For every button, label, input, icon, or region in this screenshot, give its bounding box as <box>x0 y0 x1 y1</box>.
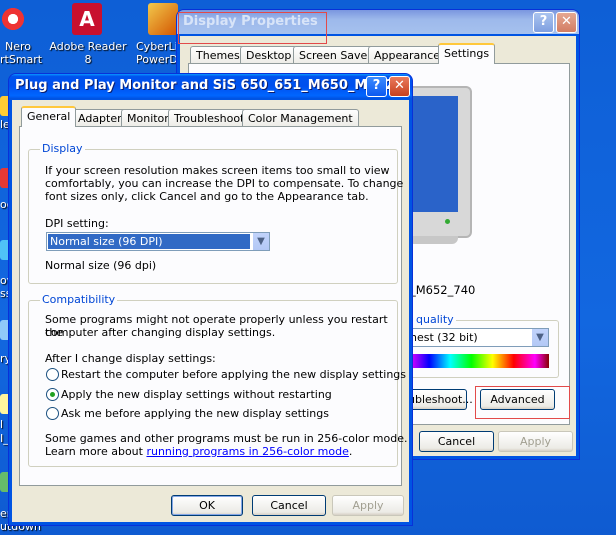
adobe-reader-icon[interactable]: A <box>72 3 102 35</box>
period-text: . <box>348 445 353 458</box>
cancel-button[interactable]: Cancel <box>252 495 326 516</box>
games-note: Some games and other programs must be ru… <box>45 432 408 445</box>
monitor-led <box>445 219 450 224</box>
monitor-screen <box>408 96 458 212</box>
desktop-icon-label: Nero <box>4 40 31 53</box>
color-quality-label: r quality <box>406 313 456 326</box>
monitor-stand <box>408 236 458 244</box>
desktop-icon-label: rtSmart <box>0 53 43 66</box>
help-button[interactable]: ? <box>533 12 554 33</box>
tab-color-management[interactable]: Color Management <box>242 109 359 127</box>
cancel-button[interactable]: Cancel <box>419 431 494 452</box>
tab-settings[interactable]: Settings <box>438 43 496 64</box>
pnp-dialog-client: General Adapter Monitor Troubleshoot Col… <box>12 100 409 522</box>
radio-restart-label[interactable]: Restart the computer before applying the… <box>61 368 406 381</box>
color-quality-value: hest (32 bit) <box>410 331 478 344</box>
chevron-down-icon[interactable]: ▼ <box>532 329 548 346</box>
dpi-setting-label: DPI setting: <box>45 217 109 230</box>
learn-more-line: Learn more about running programs in 256… <box>45 445 352 458</box>
close-button[interactable]: ✕ <box>556 12 577 33</box>
nero-icon[interactable] <box>0 4 26 34</box>
desktop-icon-label: CyberLi <box>136 40 178 53</box>
tab-appearance[interactable]: Appearance <box>368 46 447 64</box>
pnp-monitor-dialog: Plug and Play Monitor and SiS 650_651_M6… <box>8 73 413 526</box>
display-description-line: font sizes only, click Cancel and go to … <box>45 190 369 203</box>
256-color-link[interactable]: running programs in 256-color mode <box>146 445 348 458</box>
troubleshoot-button[interactable]: ubleshoot... <box>408 389 473 410</box>
color-quality-select[interactable]: hest (32 bit) ▼ <box>408 328 549 347</box>
chevron-down-icon[interactable]: ▼ <box>253 233 269 250</box>
highlight-box-advanced <box>475 386 570 419</box>
desktop-icon-label: PowerD <box>136 53 178 66</box>
display-description-line: comfortably, you can increase the DPI to… <box>45 177 404 190</box>
dpi-setting-select[interactable]: Normal size (96 DPI) ▼ <box>46 232 270 251</box>
dpi-setting-note: Normal size (96 dpi) <box>45 259 157 272</box>
partial-icon-label: l <box>0 418 4 431</box>
highlight-box-title <box>178 12 327 44</box>
desktop-icon-nero[interactable]: Nero rtSmart <box>0 40 43 66</box>
compat-description-line: computer after changing display settings… <box>45 326 276 339</box>
window-title: Plug and Play Monitor and SiS 650_651_M6… <box>15 78 410 93</box>
compatibility-group-label: Compatibility <box>40 293 118 306</box>
desktop-icon-adobe-reader[interactable]: Adobe Reader 8 <box>48 40 128 66</box>
tab-desktop[interactable]: Desktop <box>240 46 298 64</box>
radio-apply-label[interactable]: Apply the new display settings without r… <box>61 388 332 401</box>
desktop-icon-label: Adobe Reader <box>49 40 127 53</box>
tab-themes[interactable]: Themes <box>190 46 246 64</box>
apply-button[interactable]: Apply <box>498 431 573 452</box>
tab-adapter[interactable]: Adapter <box>72 109 128 127</box>
tab-troubleshoot[interactable]: Troubleshoot <box>168 109 251 127</box>
desktop-icon-cyberlink[interactable]: CyberLi PowerD <box>136 40 180 66</box>
radio-restart[interactable] <box>46 368 59 381</box>
after-change-label: After I change display settings: <box>45 352 216 365</box>
tab-screen-saver[interactable]: Screen Saver <box>293 46 378 64</box>
tab-general[interactable]: General <box>21 106 77 127</box>
pnp-dialog-titlebar[interactable]: Plug and Play Monitor and SiS 650_651_M6… <box>9 74 412 98</box>
monitor-name-text: _M652_740 <box>410 283 476 297</box>
cyberlink-powerdvd-icon[interactable] <box>148 3 178 35</box>
radio-ask-label[interactable]: Ask me before applying the new display s… <box>61 407 329 420</box>
desktop-icon-label: 8 <box>84 53 92 66</box>
help-button[interactable]: ? <box>366 76 387 97</box>
tab-monitor[interactable]: Monitor <box>121 109 175 127</box>
display-group-label: Display <box>40 142 85 155</box>
close-button[interactable]: ✕ <box>389 76 410 97</box>
display-description-line: If your screen resolution makes screen i… <box>45 164 390 177</box>
dpi-setting-value: Normal size (96 DPI) <box>48 234 250 249</box>
ok-button[interactable]: OK <box>171 495 243 516</box>
color-spectrum-bar <box>408 354 549 368</box>
radio-apply-without-restart[interactable] <box>46 388 59 401</box>
apply-button[interactable]: Apply <box>332 495 404 516</box>
radio-ask-me[interactable] <box>46 407 59 420</box>
learn-more-text: Learn more about <box>45 445 147 458</box>
